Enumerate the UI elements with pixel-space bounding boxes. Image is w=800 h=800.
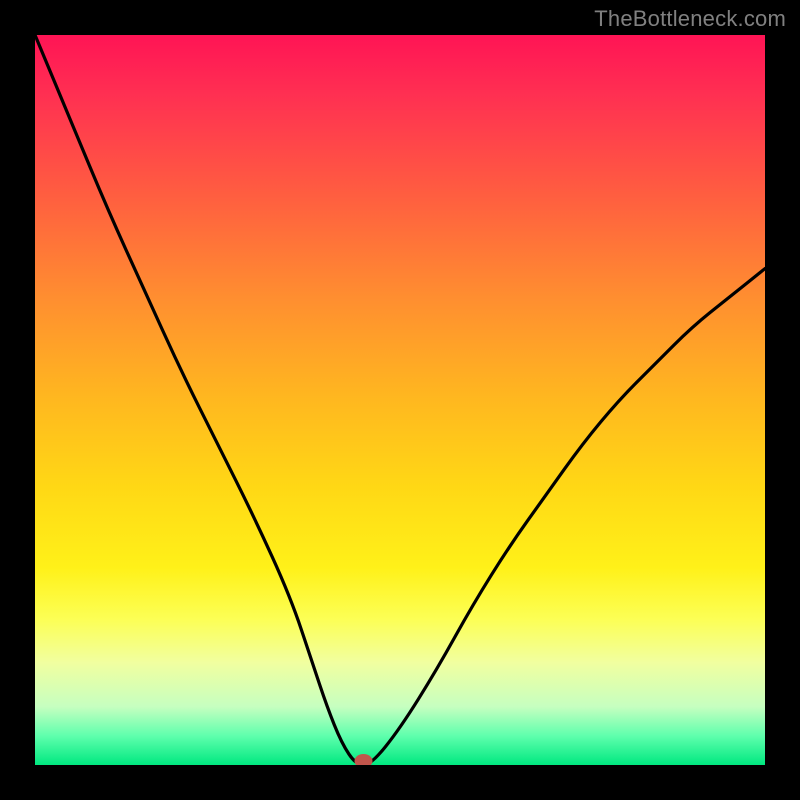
- curve-svg: [35, 35, 765, 765]
- optimum-marker: [355, 754, 373, 765]
- bottleneck-curve: [35, 35, 765, 765]
- chart-frame: TheBottleneck.com: [0, 0, 800, 800]
- watermark-text: TheBottleneck.com: [594, 6, 786, 32]
- plot-area: [35, 35, 765, 765]
